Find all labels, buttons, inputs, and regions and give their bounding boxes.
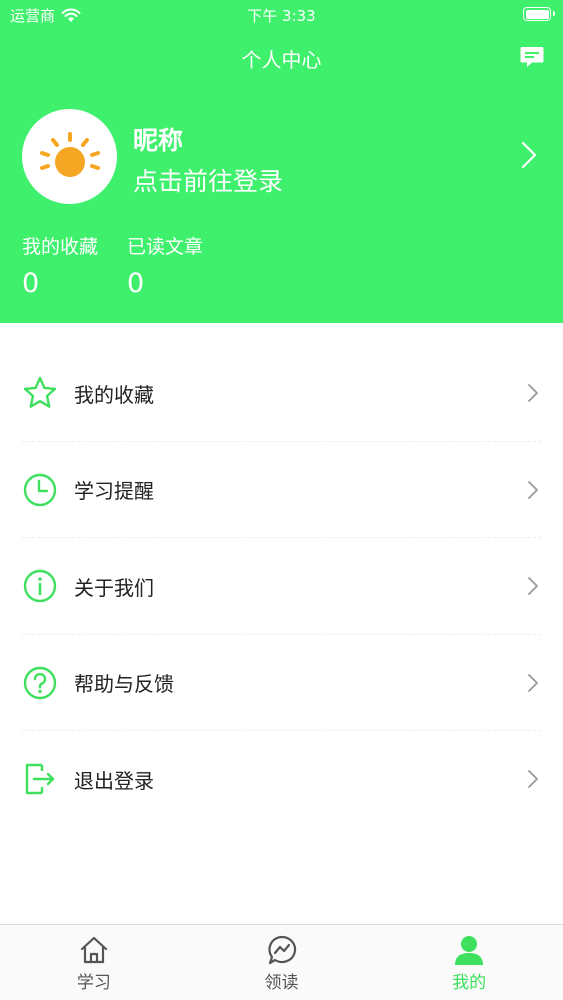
status-time: 下午 3:33 <box>247 7 316 25</box>
status-bar: 运营商 下午 3:33 <box>0 0 563 30</box>
logout-icon <box>25 764 55 795</box>
clock-icon <box>23 473 57 506</box>
tab-bar: 学习 领读 我的 <box>0 924 563 1000</box>
menu-item-about[interactable]: 关于我们 <box>0 538 563 635</box>
menu-item-label: 退出登录 <box>74 768 154 793</box>
chevron-right-icon <box>528 673 538 692</box>
stat-favorites-value: 0 <box>22 268 40 299</box>
tab-label: 学习 <box>76 973 111 993</box>
info-icon <box>23 570 57 603</box>
stat-favorites-label: 我的收藏 <box>22 236 99 258</box>
star-icon <box>23 377 57 409</box>
page-title: 个人中心 <box>241 48 322 72</box>
chevron-right-icon <box>528 480 538 499</box>
menu-item-help[interactable]: 帮助与反馈 <box>0 635 563 732</box>
menu-item-label: 关于我们 <box>74 575 154 600</box>
message-icon[interactable] <box>519 44 545 70</box>
settings-menu: 我的收藏 学习提醒 关于我们 帮助与反馈 退出登录 <box>0 345 563 828</box>
tab-label: 领读 <box>264 973 299 993</box>
chat-bubble-icon <box>267 935 296 965</box>
user-icon <box>455 936 484 965</box>
help-icon <box>23 666 57 699</box>
menu-item-favorites[interactable]: 我的收藏 <box>0 345 563 442</box>
battery-icon <box>523 7 555 21</box>
stat-favorites[interactable]: 我的收藏 0 <box>22 232 98 299</box>
sun-icon <box>39 131 100 177</box>
tab-reading[interactable]: 领读 <box>188 925 376 1000</box>
menu-item-label: 我的收藏 <box>74 382 154 407</box>
chevron-right-icon <box>528 384 538 403</box>
profile-header: 运营商 下午 3:33 个人中心 昵称 点击前往登录 我的收藏 0 已读文章 0 <box>0 0 563 323</box>
chevron-right-icon <box>528 577 538 596</box>
stat-read-value: 0 <box>127 268 145 299</box>
tab-study[interactable]: 学习 <box>0 925 188 1000</box>
stat-read-label: 已读文章 <box>127 236 204 258</box>
chevron-right-icon <box>528 770 538 789</box>
menu-item-logout[interactable]: 退出登录 <box>0 731 563 828</box>
tab-label: 我的 <box>452 973 487 993</box>
menu-item-label: 学习提醒 <box>74 479 154 504</box>
login-link[interactable]: 点击前往登录 <box>133 162 283 198</box>
home-icon <box>80 936 107 964</box>
nickname[interactable]: 昵称 <box>133 121 183 157</box>
menu-item-label: 帮助与反馈 <box>74 672 174 697</box>
stat-read-articles[interactable]: 已读文章 0 <box>127 232 203 299</box>
avatar[interactable] <box>22 109 117 204</box>
chevron-right-icon[interactable] <box>521 141 537 169</box>
tab-mine[interactable]: 我的 <box>375 925 563 1000</box>
menu-item-reminder[interactable]: 学习提醒 <box>0 442 563 539</box>
